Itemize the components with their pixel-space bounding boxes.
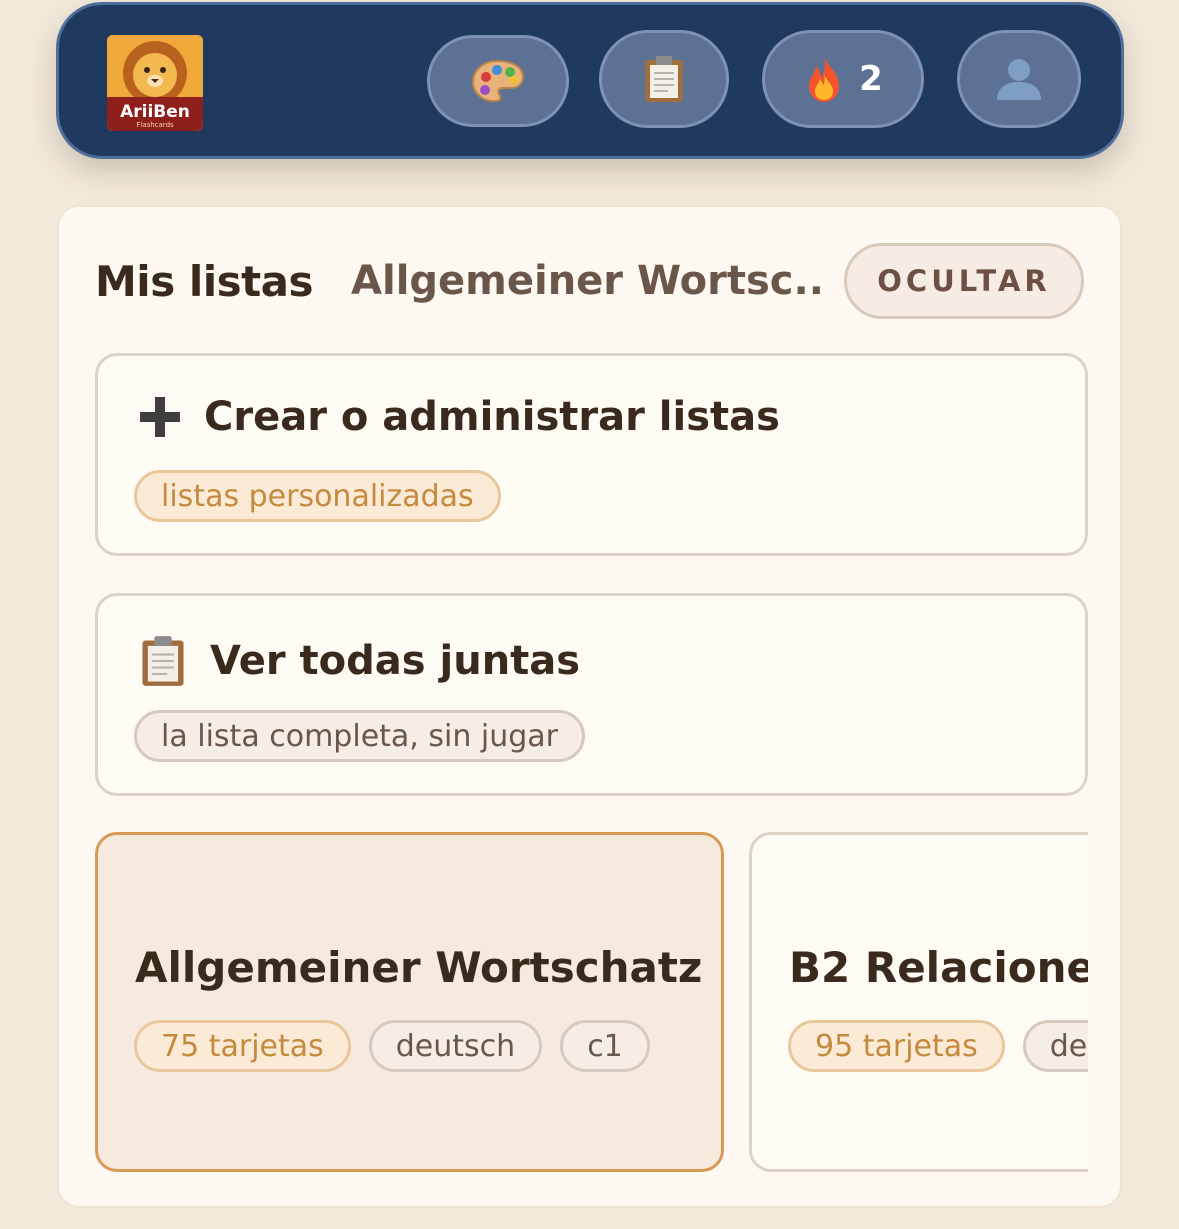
logo-tagline-text: Flashcards [136, 121, 174, 129]
profile-button[interactable] [957, 30, 1081, 128]
theme-button[interactable] [427, 35, 569, 127]
app-logo[interactable]: AriiBen Flashcards [107, 35, 203, 131]
panel-header: Mis listas Allgemeiner Wortsc... OCULTAR [95, 243, 1084, 319]
view-all-card[interactable]: Ver todas juntas la lista completa, sin … [95, 593, 1088, 796]
panel-title: Mis listas [95, 256, 314, 306]
current-list-name: Allgemeiner Wortsc... [351, 258, 822, 304]
streak-button[interactable]: 2 [762, 30, 924, 128]
clipboard-icon [645, 56, 683, 102]
user-icon [997, 59, 1041, 100]
card-count-tag: 95 tarjetas [788, 1020, 1005, 1072]
list-card-selected[interactable]: Allgemeiner Wortschatz 75 tarjetas deuts… [95, 832, 724, 1172]
view-all-tag: la lista completa, sin jugar [134, 710, 585, 762]
clipboard-icon [142, 636, 184, 686]
language-tag: deutsch [368, 1020, 543, 1072]
lists-panel: Mis listas Allgemeiner Wortsc... OCULTAR… [57, 205, 1122, 1208]
palette-icon [471, 59, 525, 103]
create-lists-title: Crear o administrar listas [204, 394, 780, 440]
list-title: Allgemeiner Wortschatz [135, 943, 703, 992]
language-tag: deutsch [1022, 1020, 1088, 1072]
lion-logo-icon: AriiBen Flashcards [107, 35, 203, 131]
logo-brand-text: AriiBen [120, 102, 190, 122]
top-navigation-bar: AriiBen Flashcards 2 [56, 2, 1124, 159]
list-view-button[interactable] [599, 30, 729, 128]
create-lists-tag: listas personalizadas [134, 470, 501, 522]
fire-icon [809, 56, 840, 102]
list-title: B2 Relaciones [789, 943, 1088, 992]
create-lists-card[interactable]: Crear o administrar listas listas person… [95, 353, 1088, 556]
list-card[interactable]: B2 Relaciones 95 tarjetas deutsch [749, 832, 1088, 1172]
view-all-title: Ver todas juntas [210, 638, 581, 684]
level-tag: c1 [560, 1020, 650, 1072]
plus-icon [140, 397, 180, 437]
card-count-tag: 75 tarjetas [134, 1020, 351, 1072]
streak-count: 2 [859, 59, 883, 99]
hide-button[interactable]: OCULTAR [844, 243, 1084, 319]
lists-carousel[interactable]: Allgemeiner Wortschatz 75 tarjetas deuts… [95, 819, 1088, 1179]
